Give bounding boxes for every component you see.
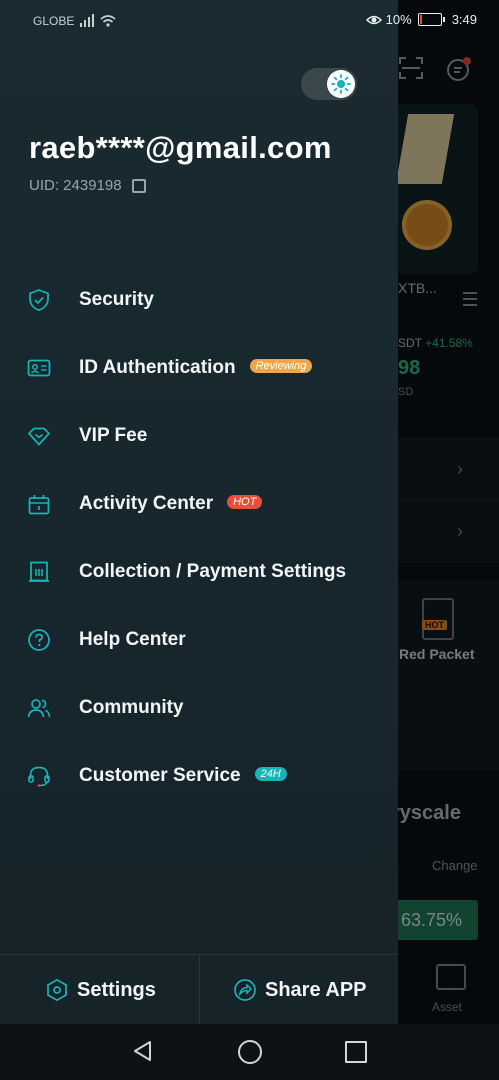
sun-icon	[331, 74, 351, 94]
uid-text: UID: 2439198	[29, 177, 122, 194]
recent-apps-icon[interactable]	[345, 1041, 367, 1063]
hot-badge: HOT	[227, 494, 263, 509]
menu-item-community[interactable]: Community	[0, 683, 398, 733]
receipt-icon	[29, 561, 49, 582]
id-card-icon	[27, 359, 51, 377]
battery-icon	[417, 13, 445, 26]
clock: 3:49	[451, 12, 477, 27]
share-app-button[interactable]: Share APP	[233, 955, 367, 1025]
home-icon[interactable]	[238, 1040, 262, 1064]
account-email: raeb****@gmail.com	[29, 130, 332, 165]
copy-icon[interactable]	[131, 178, 146, 193]
back-icon[interactable]	[132, 1040, 154, 1062]
headset-icon	[28, 766, 50, 787]
signal-icon	[80, 14, 116, 27]
shield-check-icon	[29, 289, 49, 311]
menu-item-customer-service[interactable]: Customer Service 24H	[0, 751, 398, 801]
drawer-footer: Settings Share APP	[0, 954, 398, 1025]
gift-box-icon	[28, 495, 50, 515]
side-drawer: raeb****@gmail.com UID: 2439198 Security…	[0, 0, 398, 1025]
eye-icon	[365, 15, 382, 24]
footer-divider	[199, 955, 200, 1025]
reviewing-badge: Reviewing	[249, 358, 313, 373]
status-bar: GLOBE 10% 3:49	[0, 0, 499, 42]
menu-item-help-center[interactable]: Help Center	[0, 615, 398, 665]
menu-item-activity-center[interactable]: Activity Center HOT	[0, 479, 398, 529]
carrier-name: GLOBE	[33, 14, 75, 28]
menu-item-security[interactable]: Security	[0, 275, 398, 325]
system-nav-bar	[0, 1024, 499, 1080]
24h-badge: 24H	[254, 766, 287, 781]
menu-item-vip-fee[interactable]: VIP Fee	[0, 411, 398, 461]
settings-button[interactable]: Settings	[45, 955, 156, 1025]
menu-item-collection-payment-settings[interactable]: Collection / Payment Settings	[0, 547, 398, 597]
uid-row: UID: 2439198	[29, 177, 146, 194]
settings-hexagon-icon	[47, 978, 67, 1002]
users-icon	[27, 699, 51, 718]
diamond-icon	[27, 427, 51, 446]
battery-percent: 10%	[385, 12, 412, 27]
share-icon	[234, 979, 256, 1001]
menu-item-id-authentication[interactable]: ID Authentication Reviewing	[0, 343, 398, 393]
theme-toggle[interactable]	[301, 68, 357, 100]
question-circle-icon	[28, 629, 50, 651]
